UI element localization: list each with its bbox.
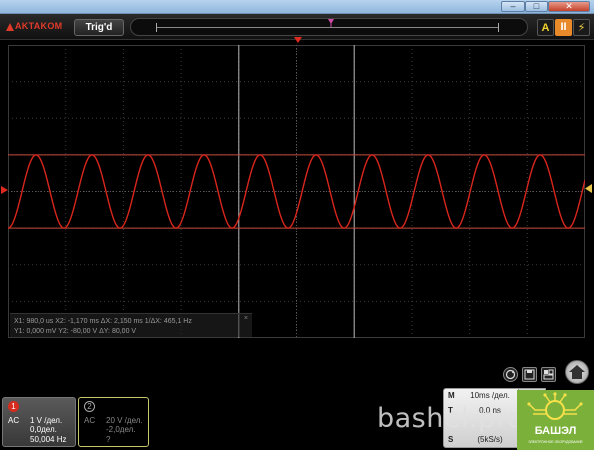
close-button[interactable]: ✕ xyxy=(548,1,590,12)
timebase-m-key: M xyxy=(448,391,455,400)
channel1-offset: 0,0дел. xyxy=(30,425,57,434)
timebase-row-s[interactable]: S (5kS/s) xyxy=(444,433,522,447)
trigger-position-handle-icon[interactable] xyxy=(328,19,334,27)
watermark-text: bashel.pro xyxy=(377,403,524,434)
layout-icon[interactable] xyxy=(541,367,556,382)
trigger-track-line xyxy=(156,27,499,28)
brand-logo-icon xyxy=(6,23,14,31)
channel2-number-badge: 2 xyxy=(84,401,95,412)
timebase-m-value: 10ms /дел. xyxy=(470,391,510,400)
trigger-track-right-tick xyxy=(498,23,499,32)
home-button[interactable] xyxy=(565,360,589,384)
trigger-status-button[interactable]: Trig'd xyxy=(74,19,124,36)
timebase-s-key: S xyxy=(448,435,454,444)
channel1-coupling: AC xyxy=(8,416,20,425)
channel1-ground-marker-icon[interactable] xyxy=(1,186,8,194)
auto-mode-button[interactable]: A xyxy=(537,19,554,36)
maximize-button[interactable]: □ xyxy=(525,1,548,12)
channel1-scale: 1 V /дел. xyxy=(30,416,63,425)
channel1-number-badge: 1 xyxy=(8,401,19,412)
minimize-button[interactable]: – xyxy=(501,1,525,12)
single-trigger-button[interactable]: ⚡ xyxy=(573,19,590,36)
close-measurements-icon[interactable]: × xyxy=(244,315,248,322)
channel2-coupling: AC xyxy=(84,416,96,425)
waveform-plot[interactable] xyxy=(8,45,585,338)
pause-button[interactable]: II xyxy=(555,19,572,36)
trigger-track-left-tick xyxy=(156,23,157,32)
timebase-row-m[interactable]: M 10ms /дел. xyxy=(444,389,522,403)
home-icon xyxy=(569,365,585,379)
channel1-frequency: 50,004 Hz xyxy=(30,435,67,444)
channel2-scale: 20 V /дел. xyxy=(106,416,143,425)
measurement-row-y: Y1: 0,000 mV Y2: -80,00 V ΔY: 80,00 V xyxy=(14,328,137,335)
channel2-offset: -2,0дел. xyxy=(106,425,136,434)
logo-subtitle: ЭЛЕКТРОННОЕ ОБОРУДОВАНИЕ xyxy=(528,440,583,444)
measurement-row-x: X1: 980,0 us X2: -1,170 ms ΔX: 2,150 ms … xyxy=(14,318,192,325)
trigger-level-marker-icon[interactable] xyxy=(585,184,592,193)
logo-title: БАШЭЛ xyxy=(535,425,577,437)
window-titlebar: – □ ✕ xyxy=(0,0,594,14)
save-icon[interactable] xyxy=(522,367,537,382)
channel1-panel[interactable]: 1 AC 1 V /дел. 0,0дел. 50,004 Hz xyxy=(2,397,76,447)
bashel-logo-icon: БАШЭЛ ЭЛЕКТРОННОЕ ОБОРУДОВАНИЕ xyxy=(517,390,594,450)
trigger-position-bar[interactable] xyxy=(130,18,528,36)
trigger-time-marker-icon[interactable] xyxy=(294,37,302,43)
refresh-icon[interactable] xyxy=(503,367,518,382)
channel2-extra: ? xyxy=(106,435,111,444)
channel2-panel[interactable]: 2 AC 20 V /дел. -2,0дел. ? xyxy=(78,397,149,447)
cursor-measurements: X1: 980,0 us X2: -1,170 ms ΔX: 2,150 ms … xyxy=(10,313,252,337)
timebase-s-value: (5kS/s) xyxy=(477,435,503,444)
brand-logo: AKTAKOM xyxy=(15,21,63,31)
